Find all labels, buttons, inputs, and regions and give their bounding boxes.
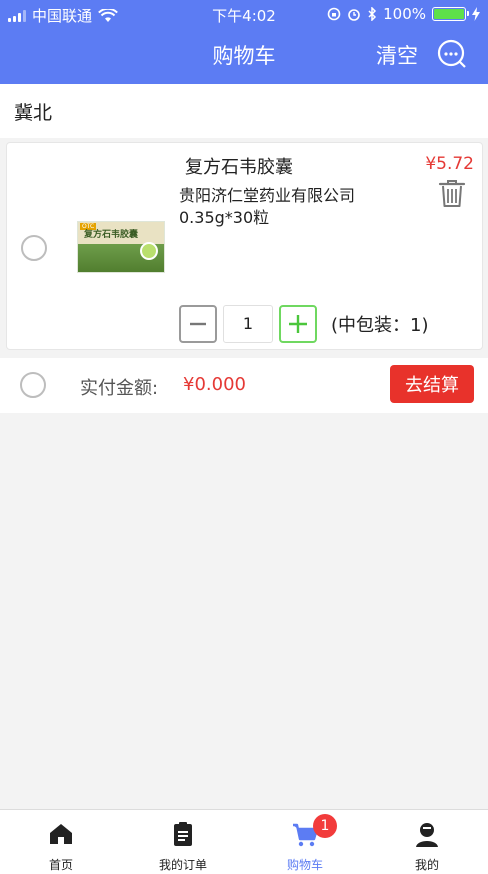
select-all-radio[interactable] xyxy=(20,372,46,398)
chat-icon[interactable] xyxy=(436,38,468,70)
checkout-bar: 实付金额: ¥0.000 去结算 xyxy=(0,358,488,413)
checkout-button[interactable]: 去结算 xyxy=(390,365,474,403)
product-price: ¥5.72 xyxy=(425,154,474,174)
product-name[interactable]: 复方石韦胶囊 xyxy=(185,153,293,179)
battery-icon xyxy=(432,7,469,21)
bluetooth-icon xyxy=(368,7,377,21)
tab-home[interactable]: 首页 xyxy=(0,810,122,874)
pay-label: 实付金额: xyxy=(80,378,159,399)
decrease-button[interactable] xyxy=(179,305,217,343)
increase-button[interactable] xyxy=(279,305,317,343)
product-image-text: 复方石韦胶囊 xyxy=(84,230,139,240)
cart-item: OTC 复方石韦胶囊 复方石韦胶囊 贵阳济仁堂药业有限公司 0.35g*30粒 … xyxy=(6,142,483,350)
header: 中国联通 下午4:02 100% 购物车 清空 xyxy=(0,0,488,84)
tab-bar: 首页 我的订单 1 购物车 我的 xyxy=(0,809,488,874)
home-icon xyxy=(50,824,72,844)
quantity-stepper: 1 (中包装：1) xyxy=(179,305,429,343)
user-icon xyxy=(416,823,438,847)
battery-percent: 100% xyxy=(383,5,426,23)
tab-label: 购物车 xyxy=(286,858,323,872)
item-select-radio[interactable] xyxy=(21,235,47,261)
tab-profile[interactable]: 我的 xyxy=(366,810,488,874)
charging-icon xyxy=(472,7,480,21)
package-note: (中包装：1) xyxy=(331,315,429,336)
order-icon xyxy=(174,822,192,846)
trash-icon[interactable] xyxy=(438,177,466,209)
product-image[interactable]: OTC 复方石韦胶囊 xyxy=(77,221,165,273)
tab-label: 首页 xyxy=(48,858,73,872)
tab-label: 我的 xyxy=(414,858,439,872)
product-spec: 0.35g*30粒 xyxy=(179,208,270,227)
clear-cart-button[interactable]: 清空 xyxy=(376,40,418,70)
alarm-icon xyxy=(348,9,360,21)
manufacturer: 贵阳济仁堂药业有限公司 xyxy=(179,186,356,205)
region-label: 冀北 xyxy=(0,84,488,138)
minus-icon xyxy=(190,322,206,326)
pay-amount: ¥0.000 xyxy=(183,374,246,395)
cart-badge: 1 xyxy=(313,814,337,838)
tab-cart[interactable]: 1 购物车 xyxy=(244,810,366,874)
quantity-input[interactable]: 1 xyxy=(223,305,273,343)
tab-orders[interactable]: 我的订单 xyxy=(122,810,244,874)
rotation-lock-icon xyxy=(327,7,341,21)
tab-label: 我的订单 xyxy=(158,858,207,872)
status-bar: 中国联通 下午4:02 100% xyxy=(0,0,488,28)
plus-icon xyxy=(289,315,307,333)
